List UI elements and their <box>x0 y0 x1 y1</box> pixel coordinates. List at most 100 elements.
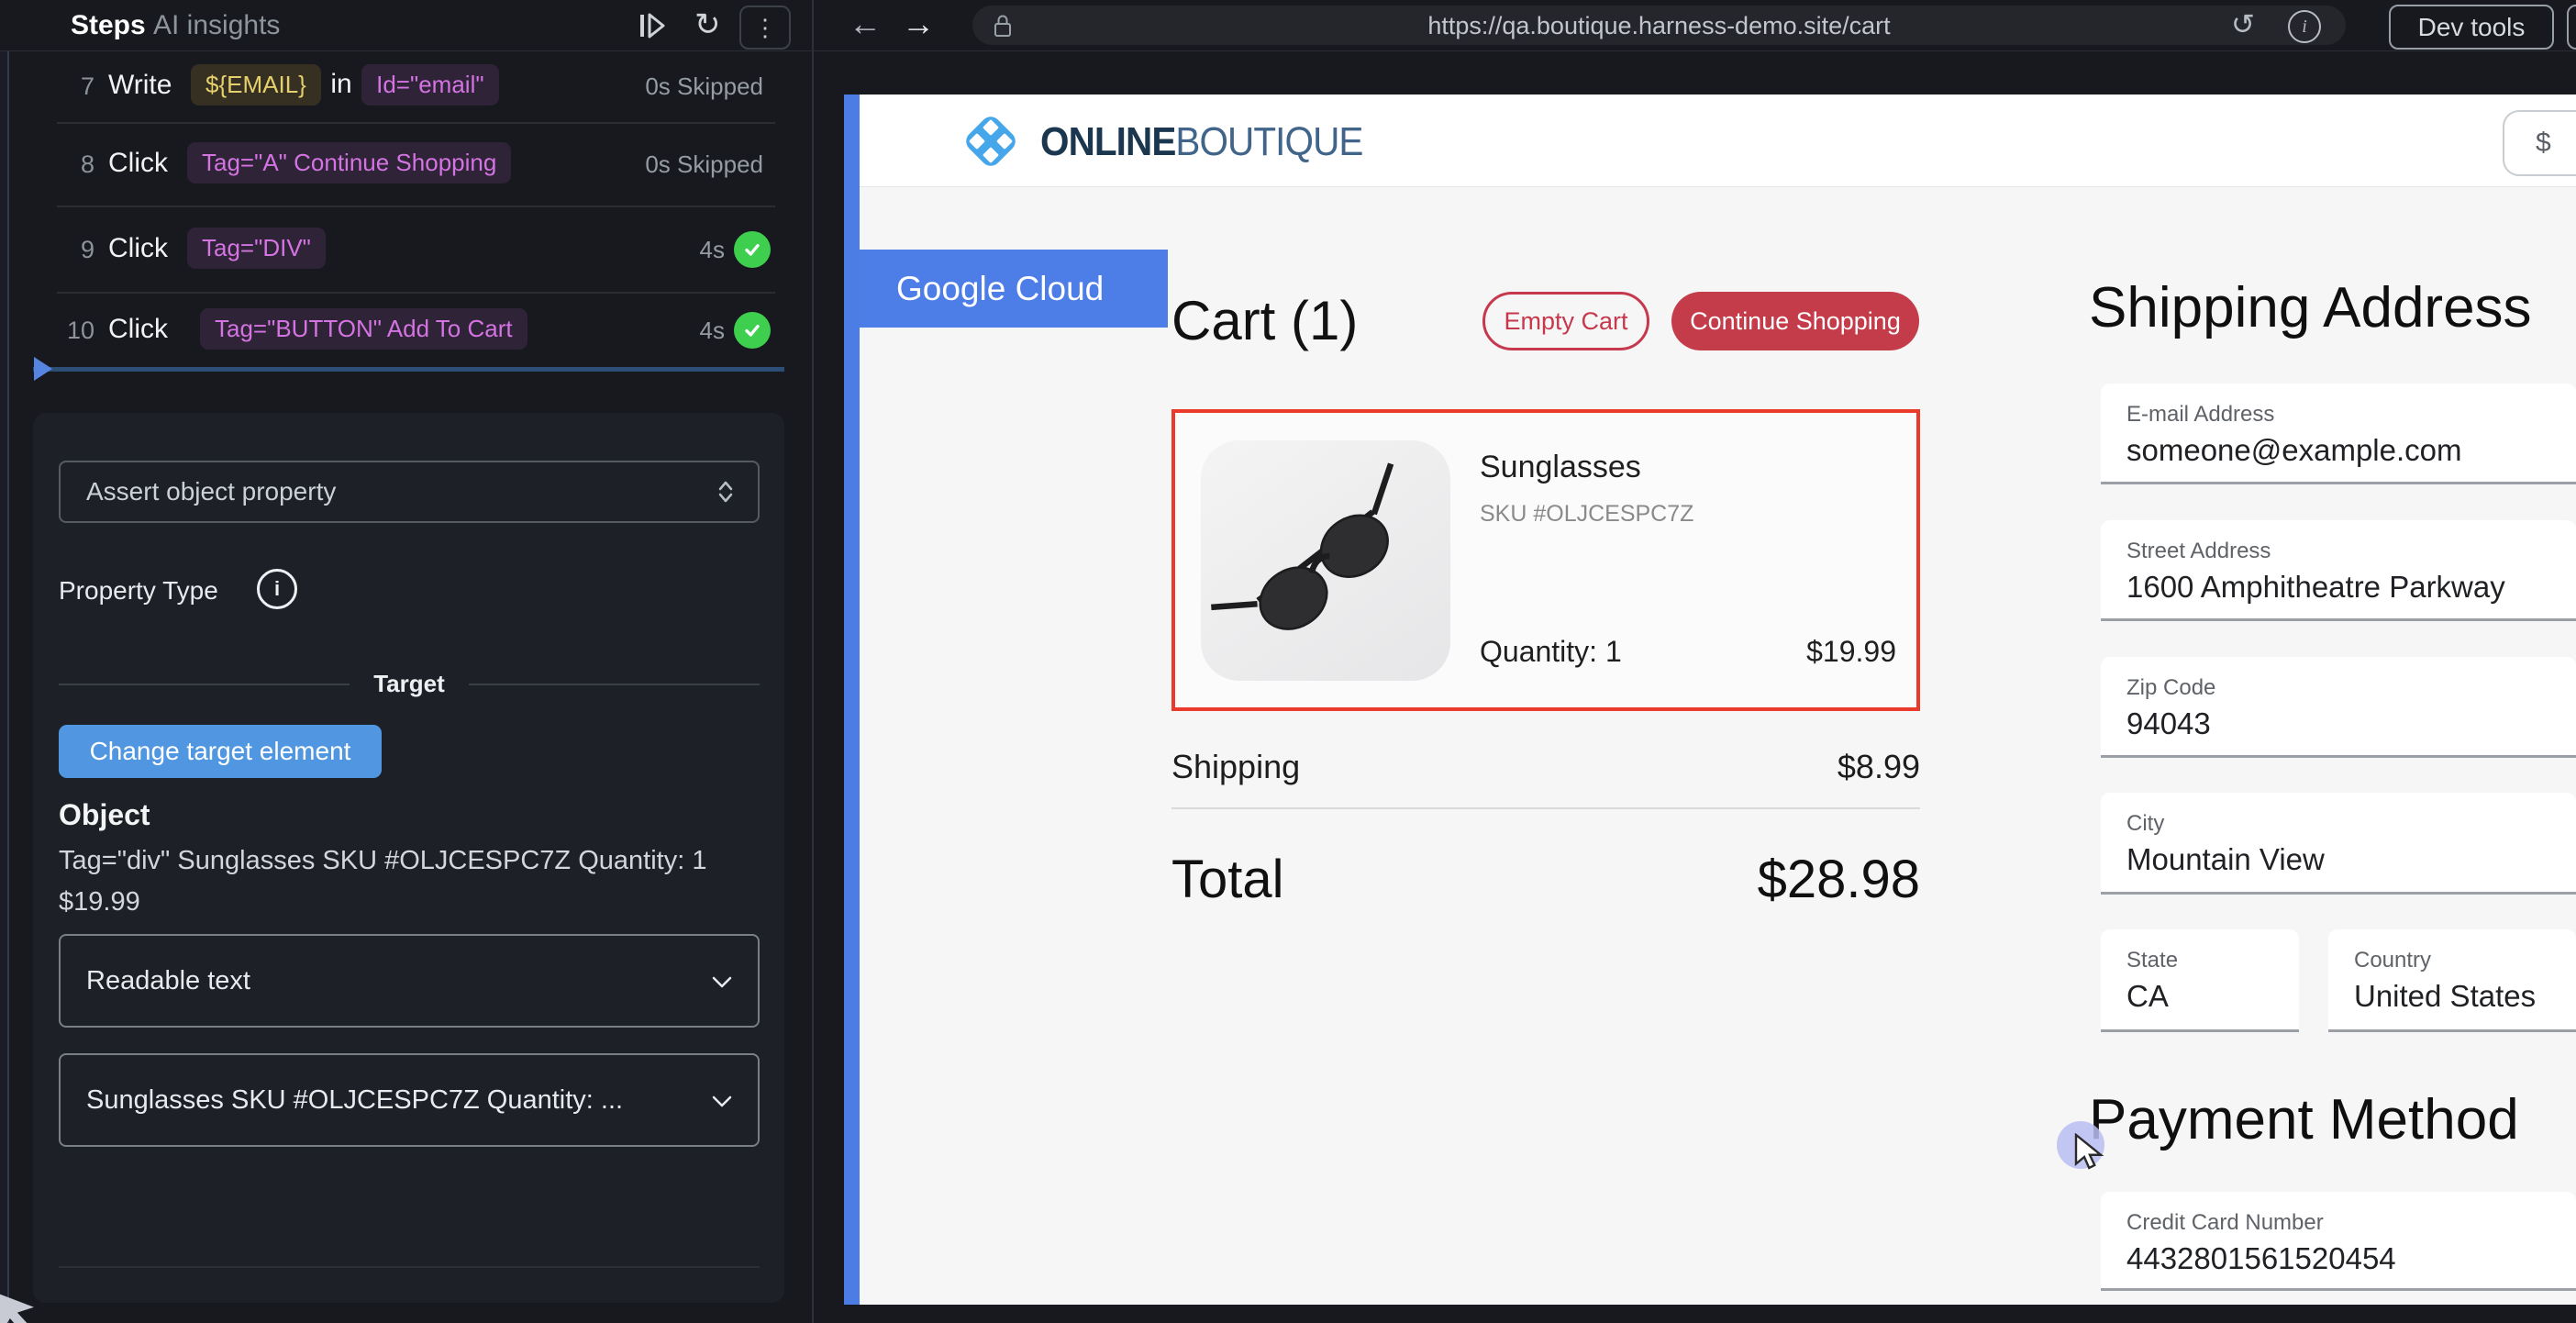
panel-splitter[interactable] <box>812 0 814 1323</box>
step-row-9[interactable]: 9 Click Tag="DIV" 4s <box>7 207 812 292</box>
step-action: Click <box>108 314 168 345</box>
browser-back-icon[interactable]: ← <box>849 7 882 40</box>
step-duration: 4s <box>700 317 725 345</box>
browser-forward-icon[interactable]: → <box>902 7 935 40</box>
state-field[interactable]: State CA <box>2101 929 2299 1032</box>
product-quantity: Quantity: 1 <box>1480 635 1622 669</box>
selector-badge: Id="email" <box>361 64 498 106</box>
total-value: $28.98 <box>1553 849 1920 910</box>
zip-field[interactable]: Zip Code 94043 <box>2101 657 2576 758</box>
summary-divider <box>1171 807 1920 809</box>
tab-steps[interactable]: Steps <box>71 10 146 41</box>
field-label: City <box>2126 811 2164 837</box>
total-label: Total <box>1171 849 1284 910</box>
card-footer-divider <box>59 1266 760 1268</box>
property-type-info-icon[interactable]: i <box>257 569 297 609</box>
run-from-step-icon[interactable] <box>638 10 668 41</box>
field-label: Credit Card Number <box>2126 1210 2324 1236</box>
step-number: 10 <box>50 317 94 345</box>
shipping-address-title: Shipping Address <box>2089 275 2532 340</box>
dev-tools-button[interactable]: Dev tools <box>2389 5 2554 50</box>
readable-text-select[interactable]: Readable text <box>59 934 760 1028</box>
field-value: 1600 Amphitheatre Parkway <box>2126 570 2505 605</box>
street-field[interactable]: Street Address 1600 Amphitheatre Parkway <box>2101 520 2576 621</box>
step-number: 8 <box>50 150 94 179</box>
browser-viewport: ONLINEBOUTIQUE $ Google Cloud Cart (1) E… <box>844 94 2576 1305</box>
step-row-8[interactable]: 8 Click Tag="A" Continue Shopping 0s Ski… <box>7 124 812 206</box>
field-value: Mountain View <box>2126 842 2325 877</box>
expected-value-select[interactable]: Sunglasses SKU #OLJCESPC7Z Quantity: ... <box>59 1053 760 1147</box>
step-number: 7 <box>50 72 94 101</box>
assert-config-card: Assert object property Property Type i T… <box>33 413 784 1303</box>
currency-selector[interactable]: $ <box>2503 110 2576 176</box>
shipping-cost-label: Shipping <box>1171 748 1300 786</box>
field-label: Country <box>2354 948 2431 973</box>
change-target-button[interactable]: Change target element <box>59 725 382 778</box>
divider-line <box>59 684 350 685</box>
field-value: 94043 <box>2126 706 2211 741</box>
step-action: Click <box>108 148 168 179</box>
google-cloud-stripe <box>844 94 860 1305</box>
shipping-cost-value: $8.99 <box>1630 748 1920 786</box>
more-options-button[interactable]: ⋮ <box>739 6 791 50</box>
step-row-10[interactable]: 10 Click Tag="BUTTON" Add To Cart 4s <box>7 294 812 367</box>
credit-card-field[interactable]: Credit Card Number 4432801561520454 <box>2101 1192 2576 1291</box>
playhead-track[interactable] <box>33 367 784 372</box>
tab-ai-insights[interactable]: AI insights <box>153 10 280 41</box>
object-description: Tag="div" Sunglasses SKU #OLJCESPC7Z Qua… <box>59 840 742 923</box>
step-action: Write <box>108 70 172 101</box>
field-value: CA <box>2126 979 2169 1014</box>
assert-type-select[interactable]: Assert object property <box>59 461 760 523</box>
selector-badge: Tag="DIV" <box>187 228 326 269</box>
selector-badge: Tag="A" Continue Shopping <box>187 142 511 183</box>
brand-bold: ONLINE <box>1040 119 1175 164</box>
page-refresh-icon[interactable]: ↺ <box>2231 8 2255 41</box>
cart-item-highlighted[interactable]: Sunglasses SKU #OLJCESPC7Z Quantity: 1 $… <box>1171 409 1920 711</box>
divider-line <box>469 684 760 685</box>
step-success-icon <box>734 312 771 349</box>
step-duration: 4s <box>700 236 725 264</box>
url-text[interactable]: https://qa.boutique.harness-demo.site/ca… <box>972 12 2346 40</box>
city-field[interactable]: City Mountain View <box>2101 793 2576 895</box>
step-action: Click <box>108 233 168 264</box>
page-info-icon[interactable]: i <box>2288 10 2321 43</box>
step-success-icon <box>734 231 771 268</box>
selector-badge: Tag="BUTTON" Add To Cart <box>200 308 527 350</box>
product-image <box>1201 440 1450 681</box>
app-window: Steps AI insights ↻ ⋮ ← → https://qa.bou… <box>0 0 2576 1323</box>
boutique-logo-icon[interactable] <box>956 106 1026 176</box>
payment-method-title: Payment Method <box>2089 1087 2519 1152</box>
mouse-cursor-icon <box>2073 1133 2106 1170</box>
object-heading: Object <box>59 798 150 832</box>
brand-light: BOUTIQUE <box>1175 119 1362 164</box>
product-name: Sunglasses <box>1480 450 1641 485</box>
google-cloud-ribbon: Google Cloud <box>860 250 1168 328</box>
step-status: 0s Skipped <box>645 72 763 101</box>
empty-cart-button[interactable]: Empty Cart <box>1482 292 1649 350</box>
product-sku: SKU #OLJCESPC7Z <box>1480 501 1693 528</box>
field-label: Street Address <box>2126 539 2271 564</box>
step-status: 0s Skipped <box>645 150 763 179</box>
step-row-7[interactable]: 7 Write ${EMAIL} in Id="email" 0s Skippe… <box>7 52 812 122</box>
clipped-toolbar-button[interactable] <box>2567 5 2576 50</box>
playhead-marker[interactable] <box>33 356 53 382</box>
product-price: $19.99 <box>1806 635 1896 669</box>
property-type-label: Property Type <box>59 576 218 606</box>
target-divider: Target <box>59 670 760 698</box>
assert-type-value: Assert object property <box>61 477 336 506</box>
target-label: Target <box>373 670 445 698</box>
field-value: someone@example.com <box>2126 433 2462 468</box>
country-field[interactable]: Country United States <box>2328 929 2576 1032</box>
email-field[interactable]: E-mail Address someone@example.com <box>2101 384 2576 484</box>
site-brand[interactable]: ONLINEBOUTIQUE <box>1040 119 1362 165</box>
field-value: United States <box>2354 979 2536 1014</box>
variable-badge: ${EMAIL} <box>191 64 321 106</box>
cart-title: Cart (1) <box>1171 289 1358 352</box>
field-label: E-mail Address <box>2126 402 2274 428</box>
step-number: 9 <box>50 236 94 264</box>
field-value: 4432801561520454 <box>2126 1241 2396 1276</box>
rerun-icon[interactable]: ↻ <box>694 6 721 43</box>
expected-value-text: Sunglasses SKU #OLJCESPC7Z Quantity: ... <box>61 1085 623 1116</box>
continue-shopping-button[interactable]: Continue Shopping <box>1671 292 1919 350</box>
readable-text-value: Readable text <box>61 966 250 996</box>
